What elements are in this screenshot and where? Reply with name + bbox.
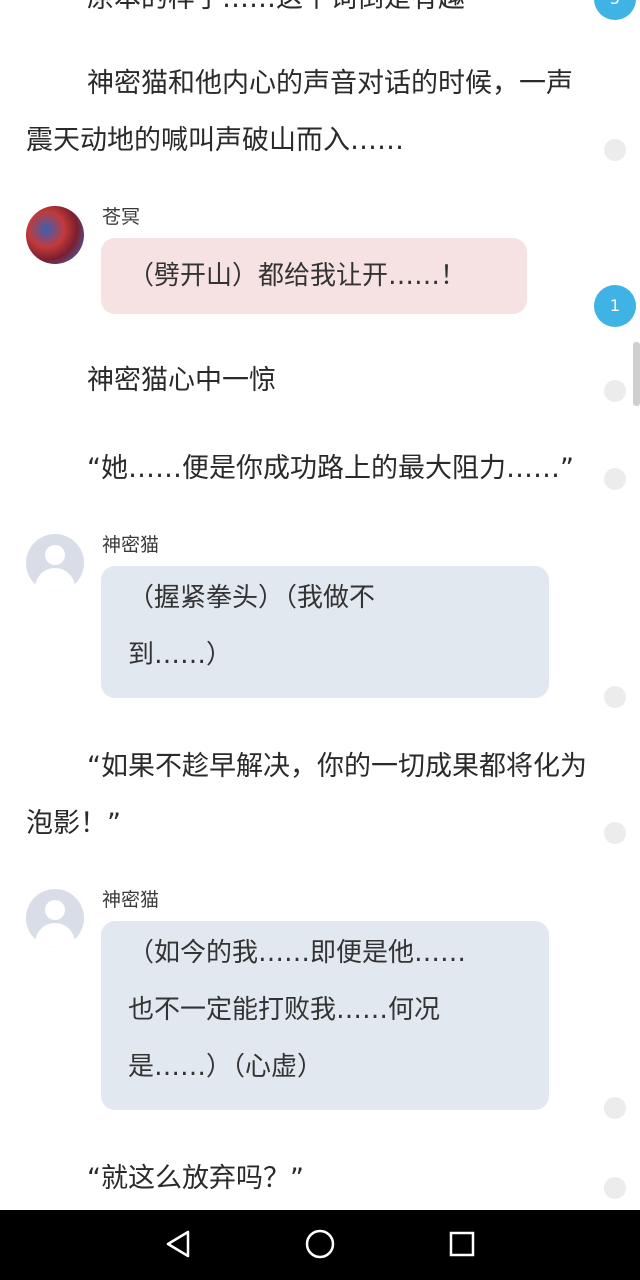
dialog-text-line: （握紧拳头）（我做不 (128, 583, 376, 613)
speaker-name: 神密猫 (102, 889, 160, 911)
recents-square-icon (448, 1230, 476, 1262)
avatar-cangming[interactable] (26, 206, 84, 264)
speaker-name: 苍冥 (102, 206, 141, 228)
dialog-text-line: 也不一定能打败我……何况 (128, 995, 441, 1025)
paragraph-comment-dot[interactable] (604, 1097, 626, 1119)
paragraph-comment-dot[interactable] (604, 139, 626, 161)
speaker-name: 神密猫 (102, 534, 160, 556)
scrollbar-thumb[interactable] (633, 342, 640, 406)
comment-count-badge[interactable]: 1 (594, 285, 636, 327)
avatar-default-user[interactable] (26, 889, 84, 947)
dialog-bubble: （如今的我……即便是他…… 也不一定能打败我……何况 是……）（心虚） (101, 921, 549, 1110)
dialog-text-line: 是……）（心虚） (128, 1052, 324, 1082)
dialog-text-line: （如今的我……即便是他…… (128, 938, 467, 968)
paragraph-comment-dot[interactable] (604, 380, 626, 402)
paragraph-comment-dot[interactable] (604, 468, 626, 490)
story-paragraph: 神密猫心中一惊 (87, 365, 276, 396)
story-paragraph: “她……便是你成功路上的最大阻力……” (87, 453, 574, 484)
paragraph-comment-dot[interactable] (604, 1177, 626, 1199)
recents-button[interactable] (442, 1226, 482, 1266)
story-paragraph: 神密猫和他内心的声音对话的时候，一声震天动地的喊叫声破山而入…… (26, 68, 573, 156)
story-paragraph: “如果不趁早解决，你的一切成果都将化为泡影！” (26, 751, 587, 839)
story-paragraph: “就这么放弃吗？” (87, 1163, 304, 1194)
paragraph-comment-dot[interactable] (604, 686, 626, 708)
back-triangle-icon (164, 1229, 192, 1263)
dialog-text: （劈开山）都给我让开……！ (128, 261, 467, 291)
dialog-bubble: （劈开山）都给我让开……！ (101, 238, 527, 314)
system-navigation-bar (0, 1210, 640, 1280)
back-button[interactable] (158, 1226, 198, 1266)
story-content: 原本的样子……这个词倒是有趣 5 神密猫和他内心的声音对话的时候，一声震天动地的… (0, 0, 640, 1210)
avatar-default-user[interactable] (26, 534, 84, 592)
dialog-bubble: （握紧拳头）（我做不 到……） (101, 566, 549, 698)
comment-count-badge[interactable]: 5 (594, 0, 636, 20)
home-button[interactable] (300, 1226, 340, 1266)
paragraph-comment-dot[interactable] (604, 822, 626, 844)
dialog-text-line: 到……） (128, 640, 233, 670)
home-circle-icon (304, 1228, 336, 1264)
story-paragraph-partial: 原本的样子……这个词倒是有趣 (26, 0, 590, 27)
